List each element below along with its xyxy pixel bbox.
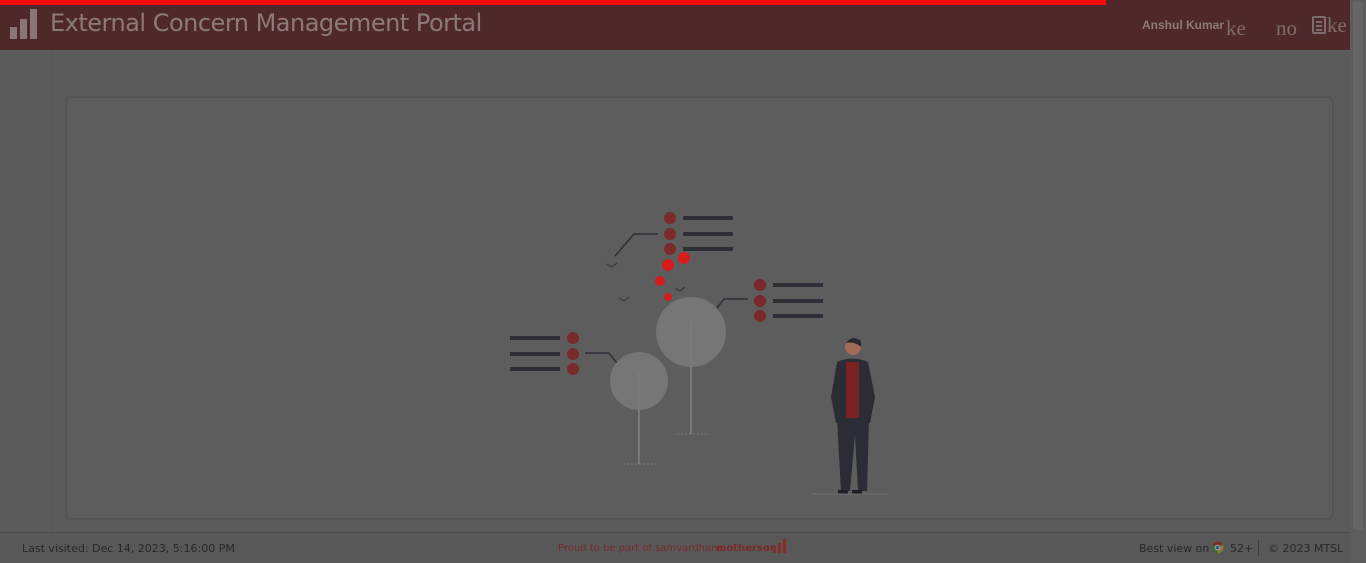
empty-state-illustration — [510, 212, 889, 495]
bar-chart-logo-icon[interactable] — [10, 9, 38, 39]
user-name[interactable]: Anshul Kumar — [1142, 18, 1224, 32]
header-glyph-2[interactable]: no — [1276, 16, 1297, 41]
loading-progress-bar — [0, 0, 1107, 5]
parent-company-text: Proud to be part of samvardhana — [558, 543, 724, 554]
footer-divider — [1258, 540, 1259, 556]
list-graphic-left — [510, 332, 628, 377]
app-header: External Concern Management Portal Anshu… — [0, 0, 1350, 50]
decorative-red-dots — [655, 252, 690, 305]
chrome-icon — [1211, 541, 1224, 554]
header-glyph-3[interactable]: ke — [1327, 13, 1347, 38]
person-graphic — [812, 337, 889, 495]
content-card — [67, 98, 1332, 518]
list-graphic-top — [614, 212, 733, 257]
list-graphic-right — [704, 279, 823, 324]
calculator-icon[interactable] — [1312, 16, 1326, 34]
last-visited-text: Last visited: Dec 14, 2023, 5:16:00 PM — [22, 542, 235, 555]
tree-graphic-small — [610, 352, 668, 465]
app-footer: Last visited: Dec 14, 2023, 5:16:00 PM P… — [0, 532, 1350, 563]
scrollbar-thumb[interactable] — [1353, 2, 1363, 530]
header-glyph-1[interactable]: ke — [1226, 16, 1246, 41]
brand-name: motherson — [716, 543, 777, 554]
motherson-logo-icon — [773, 539, 789, 553]
page-title: External Concern Management Portal — [50, 9, 482, 37]
browser-version: 52+ — [1230, 542, 1254, 555]
tree-graphic-large — [656, 297, 726, 435]
left-rail — [0, 50, 52, 532]
bird-graphics — [606, 262, 686, 302]
vertical-scrollbar[interactable] — [1350, 0, 1366, 562]
copyright-text: © 2023 MTSL — [1268, 542, 1344, 555]
best-view-text: Best view on — [1139, 542, 1210, 555]
